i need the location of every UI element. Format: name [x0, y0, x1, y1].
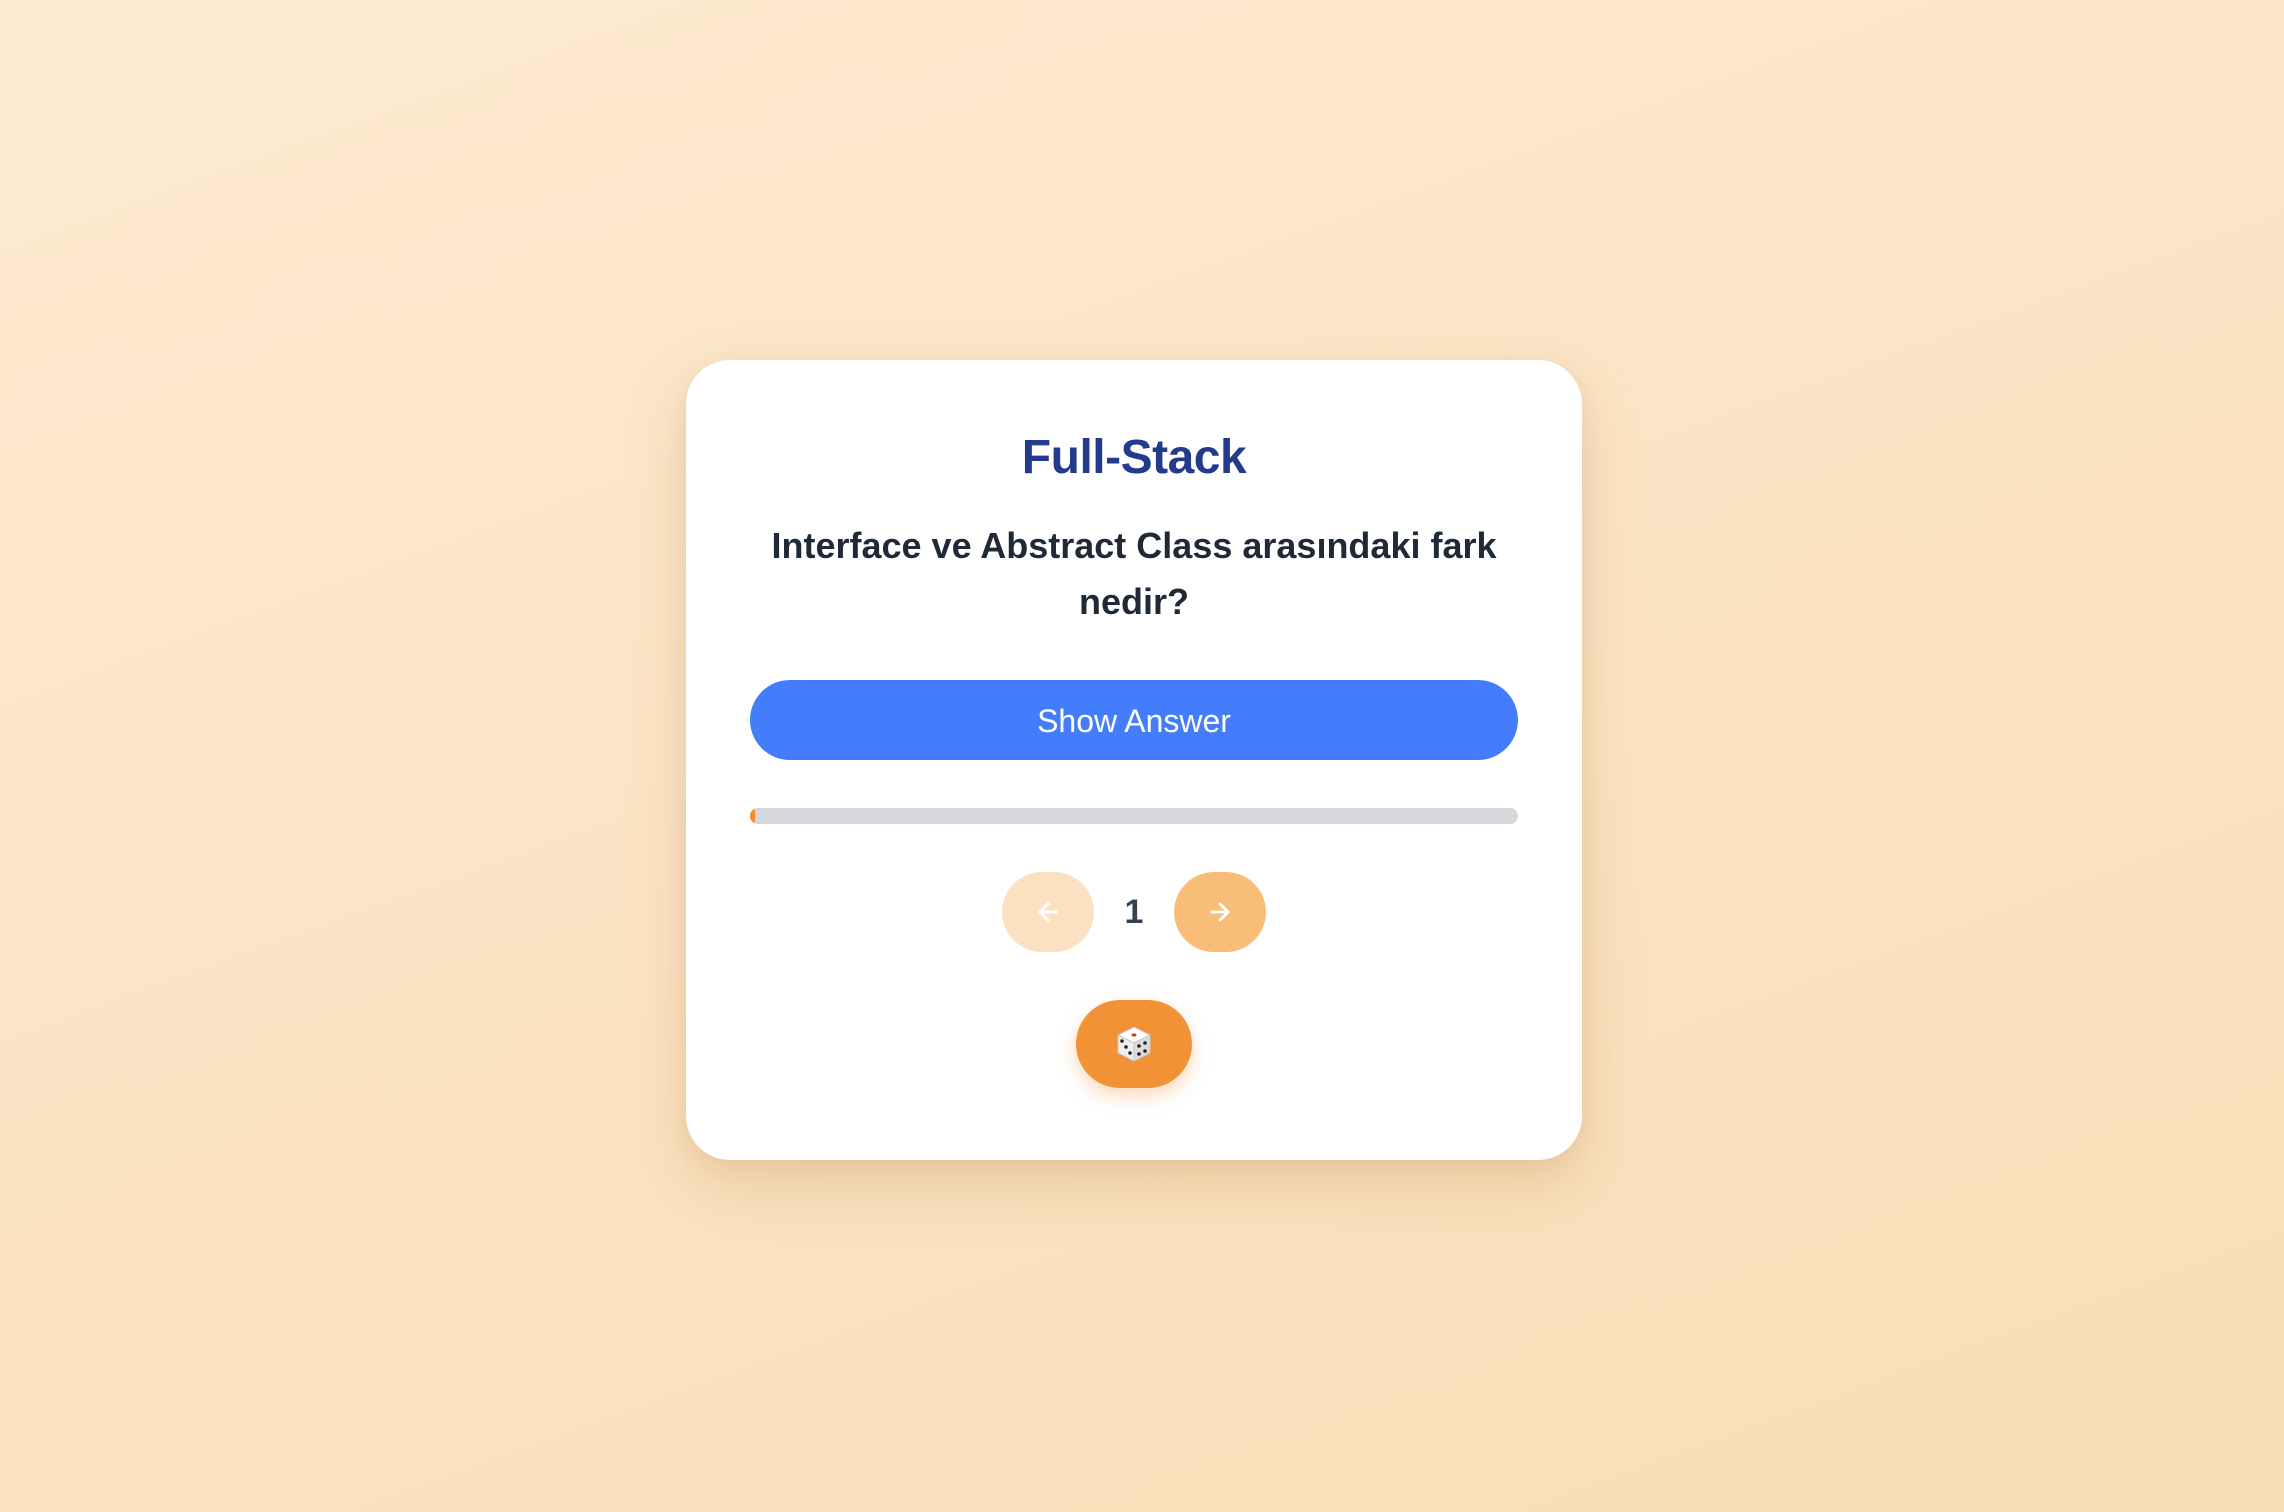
- random-question-button[interactable]: [1076, 1000, 1192, 1088]
- dice-icon: [1114, 1024, 1154, 1064]
- arrow-right-icon: [1206, 898, 1234, 926]
- flashcard: Full-Stack Interface ve Abstract Class a…: [686, 360, 1582, 1160]
- page-number: 1: [1124, 893, 1144, 931]
- arrow-left-icon: [1034, 898, 1062, 926]
- previous-button[interactable]: [1002, 872, 1094, 952]
- next-button[interactable]: [1174, 872, 1266, 952]
- progress-fill: [750, 808, 755, 824]
- question-text: Interface ve Abstract Class arasındaki f…: [771, 525, 1497, 622]
- progress-bar: [750, 808, 1518, 824]
- show-answer-button[interactable]: Show Answer: [750, 680, 1518, 760]
- card-title: Full-Stack: [1021, 431, 1247, 484]
